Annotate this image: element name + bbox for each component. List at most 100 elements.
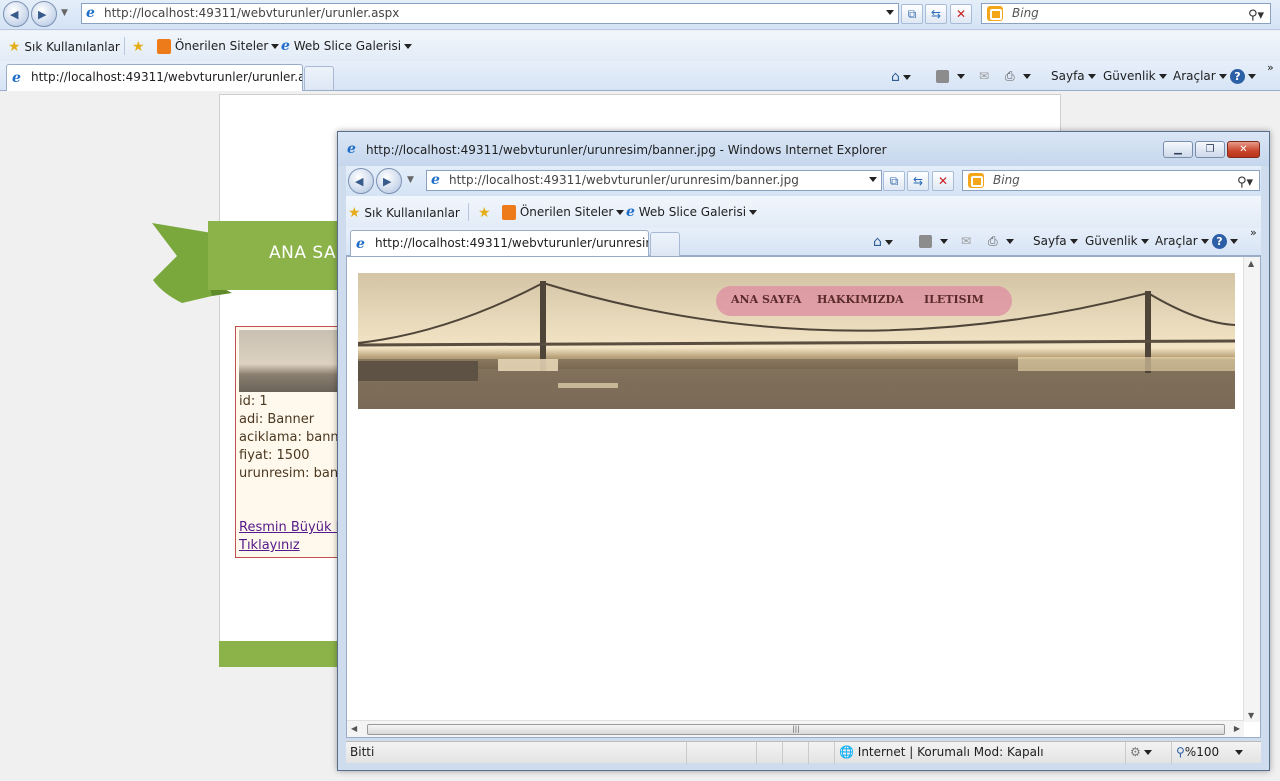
compatibility-view-button[interactable]: ⧉ xyxy=(883,171,905,191)
history-dropdown-icon[interactable]: ▼ xyxy=(61,8,68,18)
address-dropdown-icon[interactable] xyxy=(869,177,877,182)
page-menu-label: Sayfa xyxy=(1051,69,1085,83)
forward-button[interactable]: ▶ xyxy=(376,168,402,194)
favorites-button[interactable]: ★ Sık Kullanılanlar xyxy=(348,205,460,221)
print-button[interactable]: ⎙ xyxy=(1005,69,1031,84)
banner-menu-contact[interactable]: ILETISIM xyxy=(924,293,984,306)
scroll-down-icon[interactable]: ▼ xyxy=(1248,711,1254,720)
protected-mode-button[interactable]: ⚙ xyxy=(1125,742,1171,764)
stop-button[interactable]: ✕ xyxy=(950,4,972,24)
search-icon[interactable]: ⚲▾ xyxy=(1248,6,1264,25)
security-menu[interactable]: Güvenlik xyxy=(1085,234,1149,248)
star-icon: ★ xyxy=(8,39,21,55)
new-tab-button[interactable] xyxy=(650,232,680,256)
stop-button[interactable]: ✕ xyxy=(932,171,954,191)
print-button[interactable]: ⎙ xyxy=(988,234,1014,249)
status-bar: Bitti 🌐 Internet | Korumalı Mod: Kapalı … xyxy=(346,741,1261,764)
scroll-left-icon[interactable]: ◀ xyxy=(351,724,357,733)
suggested-sites-icon xyxy=(157,39,171,54)
favorites-button[interactable]: ★ Sık Kullanılanlar xyxy=(8,39,120,55)
product-name: adi: Banner xyxy=(239,412,315,427)
banner-menu-about[interactable]: HAKKIMIZDA xyxy=(817,293,904,306)
security-menu-label: Güvenlik xyxy=(1085,234,1138,248)
title-bar: e http://localhost:49311/webvturunler/ur… xyxy=(338,132,1269,166)
zoom-level-button[interactable]: ⚲%100 xyxy=(1171,742,1261,764)
back-button[interactable]: ◀ xyxy=(3,1,29,27)
forward-arrow-icon: ▶ xyxy=(383,175,392,188)
compatibility-view-button[interactable]: ⧉ xyxy=(901,4,923,24)
feeds-button[interactable] xyxy=(936,69,965,83)
home-button[interactable]: ⌂ xyxy=(873,234,893,250)
close-button[interactable]: ✕ xyxy=(1227,141,1260,158)
read-mail-button[interactable]: ✉ xyxy=(961,234,971,248)
tools-menu[interactable]: Araçlar xyxy=(1173,69,1227,83)
home-icon: ⌂ xyxy=(873,234,882,250)
ribbon-label: ANA SA xyxy=(269,243,337,263)
toolbar-overflow-icon[interactable]: » xyxy=(1250,226,1257,239)
add-favorites-icon[interactable]: ★ xyxy=(132,39,145,55)
tools-menu[interactable]: Araçlar xyxy=(1155,234,1209,248)
page-menu[interactable]: Sayfa xyxy=(1051,69,1096,83)
large-image-link[interactable]: Resmin Büyük H xyxy=(239,520,344,535)
feeds-button[interactable] xyxy=(919,234,948,248)
home-button[interactable]: ⌂ xyxy=(891,69,911,85)
toolbar-overflow-icon[interactable]: » xyxy=(1267,61,1274,74)
search-icon[interactable]: ⚲▾ xyxy=(1237,173,1253,192)
address-bar[interactable]: e http://localhost:49311/webvturunler/ur… xyxy=(426,170,882,191)
mail-icon: ✉ xyxy=(979,69,990,83)
minimize-button[interactable]: ▁ xyxy=(1163,141,1193,158)
zoom-icon: ⚲ xyxy=(1176,745,1185,759)
tab-title: http://localhost:49311/webvturunler/urun… xyxy=(31,70,303,84)
help-button[interactable]: ? xyxy=(1230,69,1256,84)
security-menu[interactable]: Güvenlik xyxy=(1103,69,1167,83)
suggested-sites-button[interactable]: Önerilen Siteler xyxy=(502,205,625,220)
large-image-link-continued[interactable]: Tıklayınız xyxy=(239,538,300,553)
help-button[interactable]: ? xyxy=(1212,234,1238,249)
web-slice-label: Web Slice Galerisi xyxy=(293,39,402,53)
home-icon: ⌂ xyxy=(891,69,900,85)
tab-banner-image[interactable]: e http://localhost:49311/webvturunler/ur… xyxy=(350,230,649,256)
favorites-bar: ★ Sık Kullanılanlar ★ Önerilen Siteler e… xyxy=(346,196,1261,228)
security-menu-label: Güvenlik xyxy=(1103,69,1156,83)
refresh-button[interactable]: ⇆ xyxy=(925,4,947,24)
compat-icon: ⧉ xyxy=(907,7,917,21)
vertical-scrollbar[interactable]: ▲ ▼ xyxy=(1243,257,1260,722)
scroll-up-icon[interactable]: ▲ xyxy=(1248,259,1254,268)
suggested-sites-label: Önerilen Siteler xyxy=(174,39,269,53)
scroll-right-icon[interactable]: ▶ xyxy=(1234,724,1240,733)
stop-icon: ✕ xyxy=(937,174,949,188)
refresh-button[interactable]: ⇆ xyxy=(907,171,929,191)
read-mail-button[interactable]: ✉ xyxy=(979,69,989,83)
maximize-button[interactable]: ❐ xyxy=(1195,141,1225,158)
back-arrow-icon: ◀ xyxy=(10,8,19,21)
horizontal-scrollbar[interactable]: ◀ ||| ▶ xyxy=(347,720,1244,737)
banner-menu-home[interactable]: ANA SAYFA xyxy=(731,293,801,306)
new-tab-button[interactable] xyxy=(304,66,334,90)
tab-urunler[interactable]: e http://localhost:49311/webvturunler/ur… xyxy=(6,64,303,91)
suggested-sites-button[interactable]: Önerilen Siteler xyxy=(157,39,280,54)
refresh-icon: ⇆ xyxy=(912,174,924,188)
history-dropdown-icon[interactable]: ▼ xyxy=(407,175,414,185)
security-zone[interactable]: 🌐 Internet | Korumalı Mod: Kapalı xyxy=(834,742,1125,764)
address-bar[interactable]: e http://localhost:49311/webvturunler/ur… xyxy=(81,3,899,24)
ie-page-icon: e xyxy=(626,204,635,220)
web-slice-gallery-button[interactable]: e Web Slice Galerisi xyxy=(626,204,758,220)
address-dropdown-icon[interactable] xyxy=(886,10,894,15)
minimize-icon: ▁ xyxy=(1174,144,1182,155)
web-slice-gallery-button[interactable]: e Web Slice Galerisi xyxy=(281,38,413,54)
forward-button[interactable]: ▶ xyxy=(31,1,57,27)
stop-icon: ✕ xyxy=(955,7,967,21)
ie-page-icon: e xyxy=(356,236,365,252)
tools-menu-label: Araçlar xyxy=(1173,69,1216,83)
add-favorites-icon[interactable]: ★ xyxy=(478,205,491,221)
page-menu[interactable]: Sayfa xyxy=(1033,234,1078,248)
ie-page-icon: e xyxy=(281,38,290,54)
web-slice-label: Web Slice Galerisi xyxy=(638,205,747,219)
page-viewport: ANA SAYFA HAKKIMIZDA ILETISIM ▲ ▼ ◀ ||| … xyxy=(346,256,1261,738)
horizontal-scroll-thumb[interactable]: ||| xyxy=(367,724,1225,735)
back-button[interactable]: ◀ xyxy=(348,168,374,194)
search-box[interactable]: Bing ⚲▾ xyxy=(962,170,1260,191)
search-box[interactable]: Bing ⚲▾ xyxy=(981,3,1271,24)
page-menu-label: Sayfa xyxy=(1033,234,1067,248)
home-nav-ribbon[interactable]: ANA SA xyxy=(208,221,348,290)
